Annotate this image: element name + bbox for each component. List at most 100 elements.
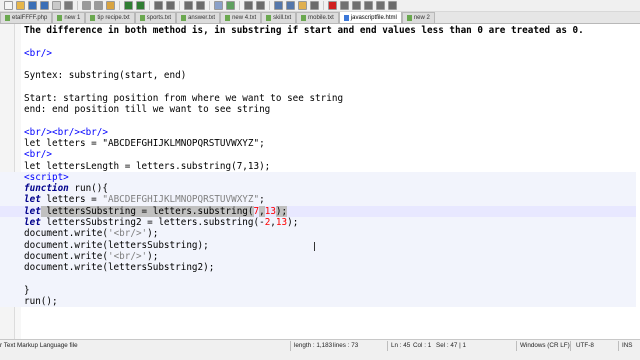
tab-label: sports.txt xyxy=(146,15,172,21)
code-token: let letters = "ABCDEFGHIJKLMNOPQRSTUVWXY… xyxy=(24,137,265,149)
tab-9[interactable]: new 2 xyxy=(401,12,435,23)
replace-icon[interactable] xyxy=(166,1,175,10)
file-icon xyxy=(343,14,349,21)
code-line[interactable]: Syntex: substring(start, end) xyxy=(24,70,636,81)
find-icon[interactable] xyxy=(154,1,163,10)
run-macro-multiple-icon[interactable] xyxy=(364,1,373,10)
toolbar-separator xyxy=(323,1,324,10)
code-token: <br/> xyxy=(24,47,52,59)
toolbar-separator xyxy=(119,1,120,10)
status-divider xyxy=(516,341,517,351)
sync-scroll-icon[interactable] xyxy=(214,1,223,10)
code-line[interactable]: function run(){ xyxy=(0,183,636,195)
file-icon xyxy=(181,15,187,21)
code-line[interactable]: <script> xyxy=(0,171,636,184)
code-lines[interactable]: The difference in both method is, in sub… xyxy=(0,25,636,319)
code-editor[interactable]: − − The difference in both method is, in… xyxy=(0,24,640,339)
print-icon[interactable] xyxy=(64,1,73,10)
code-line[interactable]: let lettersSubstring = letters.substring… xyxy=(0,205,636,218)
close-icon[interactable] xyxy=(52,1,61,10)
record-macro-icon[interactable] xyxy=(328,1,337,10)
code-line[interactable] xyxy=(24,36,636,47)
cut-icon[interactable] xyxy=(82,1,91,10)
tab-1[interactable]: new 1 xyxy=(52,12,86,23)
file-type-label: r Text Markup Language file xyxy=(0,342,78,349)
code-line[interactable]: document.write('<br/>'); xyxy=(0,228,636,240)
toolbar-separator xyxy=(239,1,240,10)
code-line[interactable] xyxy=(0,273,636,285)
code-line[interactable] xyxy=(24,115,636,126)
tab-8[interactable]: javascriptfile.html xyxy=(338,12,402,23)
code-line[interactable]: let lettersLength = letters.substring(7,… xyxy=(24,161,636,172)
tab-label: new 1 xyxy=(64,15,81,21)
code-token: "ABCDEFGHIJKLMNOPQRSTUVWXYZ" xyxy=(102,194,260,206)
tab-2[interactable]: tip recipe.txt xyxy=(85,12,135,23)
status-bar: r Text Markup Language file length : 1,1… xyxy=(0,339,640,360)
tab-label: answer.txt xyxy=(188,15,216,21)
code-line[interactable]: The difference in both method is, in sub… xyxy=(24,25,636,36)
code-token: let xyxy=(24,194,41,206)
code-token: ); xyxy=(147,250,159,262)
monitoring-icon[interactable] xyxy=(310,1,319,10)
code-line[interactable]: document.write(lettersSubstring2); xyxy=(0,262,636,274)
tab-6[interactable]: skill.txt xyxy=(261,12,297,23)
code-line[interactable]: Start: starting position from where we w… xyxy=(24,93,636,104)
spellcheck-icon[interactable] xyxy=(388,1,397,10)
code-line[interactable]: let letters = "ABCDEFGHIJKLMNOPQRSTUVWXY… xyxy=(0,194,636,206)
insert-mode-label[interactable]: INS xyxy=(622,340,633,360)
copy-icon[interactable] xyxy=(94,1,103,10)
status-divider xyxy=(387,341,388,351)
redo-icon[interactable] xyxy=(136,1,145,10)
file-icon xyxy=(57,15,63,21)
word-wrap-icon[interactable] xyxy=(226,1,235,10)
tab-7[interactable]: mobile.txt xyxy=(296,12,339,23)
save-all-icon[interactable] xyxy=(40,1,49,10)
code-token: lettersSubstring2 = letters.substring(- xyxy=(40,217,265,229)
eol-format-label[interactable]: Windows (CR LF) xyxy=(520,340,570,360)
code-line[interactable]: document.write('<br/>'); xyxy=(0,250,636,263)
file-icon xyxy=(301,15,307,21)
indent-guide-icon[interactable] xyxy=(256,1,265,10)
code-line[interactable]: let letters = "ABCDEFGHIJKLMNOPQRSTUVWXY… xyxy=(24,138,636,149)
code-line[interactable]: <br/> xyxy=(24,48,636,59)
new-file-icon[interactable] xyxy=(4,1,13,10)
tab-5[interactable]: new 4.txt xyxy=(220,12,262,23)
save-macro-icon[interactable] xyxy=(376,1,385,10)
stop-macro-icon[interactable] xyxy=(340,1,349,10)
paste-icon[interactable] xyxy=(106,1,115,10)
doc-map-icon[interactable] xyxy=(274,1,283,10)
undo-icon[interactable] xyxy=(124,1,133,10)
encoding-label[interactable]: UTF-8 xyxy=(576,340,594,360)
code-token: document.write(lettersSubstring); xyxy=(24,239,209,251)
code-token: '<br/>' xyxy=(107,228,148,240)
code-line[interactable] xyxy=(24,307,636,318)
code-line[interactable]: <br/> xyxy=(24,149,636,160)
code-token: lettersSubstring = letters.substring( xyxy=(40,205,254,217)
code-line[interactable]: run(); xyxy=(0,296,636,308)
code-line[interactable] xyxy=(24,81,636,92)
play-macro-icon[interactable] xyxy=(352,1,361,10)
code-line[interactable]: } xyxy=(0,284,636,297)
toolbar-separator xyxy=(179,1,180,10)
code-token: ); xyxy=(275,205,288,217)
tab-3[interactable]: sports.txt xyxy=(134,12,177,23)
file-icon xyxy=(406,15,412,21)
save-icon[interactable] xyxy=(28,1,37,10)
tab-0[interactable]: etalFFFF.php xyxy=(0,12,53,23)
folder-workspace-icon[interactable] xyxy=(298,1,307,10)
zoom-out-icon[interactable] xyxy=(196,1,205,10)
code-token: '<br/>' xyxy=(107,250,148,262)
code-line[interactable]: let lettersSubstring2 = letters.substrin… xyxy=(0,217,636,229)
code-token: let xyxy=(24,217,41,229)
code-line[interactable]: <br/><br/><br/> xyxy=(24,127,636,138)
code-line[interactable]: end: end position till we want to see st… xyxy=(24,104,636,115)
file-icon xyxy=(225,15,231,21)
tab-4[interactable]: answer.txt xyxy=(176,12,221,23)
zoom-in-icon[interactable] xyxy=(184,1,193,10)
show-all-chars-icon[interactable] xyxy=(244,1,253,10)
code-token: Start: starting position from where we w… xyxy=(24,92,344,104)
open-file-icon[interactable] xyxy=(16,1,25,10)
code-line[interactable] xyxy=(24,59,636,70)
function-list-icon[interactable] xyxy=(286,1,295,10)
code-line[interactable]: document.write(lettersSubstring); xyxy=(0,239,636,251)
